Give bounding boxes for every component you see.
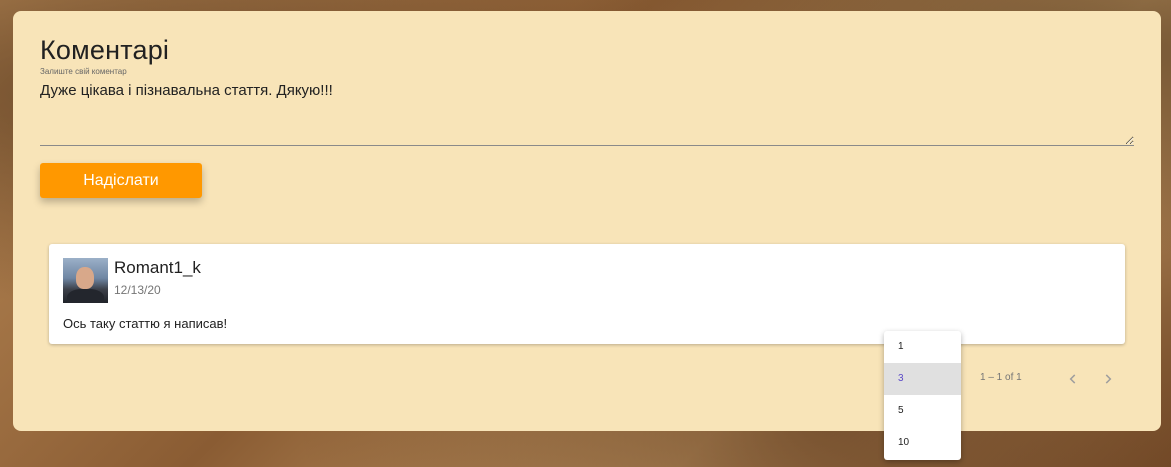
paginator-range-label: 1 – 1 of 1 <box>980 372 1022 383</box>
page-size-option-10[interactable]: 10 <box>884 427 961 459</box>
comment-date: 12/13/20 <box>114 283 161 297</box>
comment-field-label: Залиште свій коментар <box>40 67 127 76</box>
submit-comment-button[interactable]: Надіслати <box>40 163 202 198</box>
avatar <box>63 258 108 303</box>
page-size-option-1[interactable]: 1 <box>884 331 961 363</box>
avatar-body <box>67 289 104 303</box>
comments-panel: Коментарі Залиште свій коментар Надіслат… <box>13 11 1161 431</box>
comment-author: Romant1_k <box>114 258 201 277</box>
page-title: Коментарі <box>40 35 170 65</box>
previous-page-button[interactable] <box>1061 367 1085 391</box>
comment-textarea[interactable] <box>40 81 1134 146</box>
comment-item: Romant1_k 12/13/20 Ось таку статтю я нап… <box>49 244 1125 344</box>
chevron-right-icon <box>1105 374 1112 384</box>
next-page-button[interactable] <box>1096 367 1120 391</box>
chevron-left-icon <box>1069 374 1076 384</box>
avatar-face <box>76 267 94 289</box>
page-size-dropdown: 1 3 5 10 <box>884 331 961 460</box>
page-size-option-3[interactable]: 3 <box>884 363 961 395</box>
page-size-option-5[interactable]: 5 <box>884 395 961 427</box>
comment-text: Ось таку статтю я написав! <box>63 316 228 331</box>
